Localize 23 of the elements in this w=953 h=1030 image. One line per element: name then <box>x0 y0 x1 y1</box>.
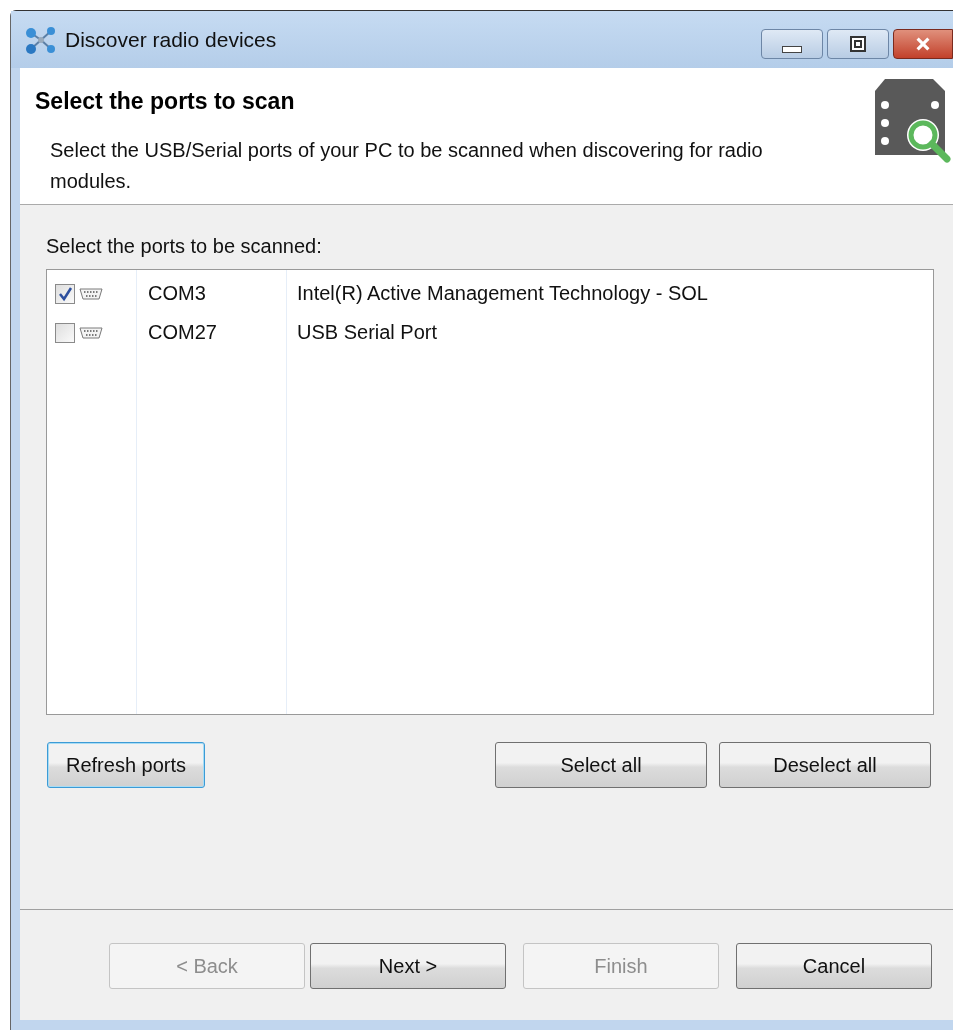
refresh-button[interactable]: Refresh ports <box>47 742 205 788</box>
port-checkbox[interactable] <box>55 322 75 343</box>
wizard-button[interactable]: Cancel <box>736 943 932 989</box>
port-checkbox[interactable] <box>55 283 75 304</box>
serial-connector-icon <box>79 325 103 340</box>
serial-connector-icon <box>79 286 103 301</box>
close-icon <box>914 35 932 53</box>
port-name: COM27 <box>147 321 218 344</box>
port-description: Intel(R) Active Management Technology - SOL <box>296 282 708 305</box>
window-title: Discover radio devices <box>65 27 277 52</box>
selection-button[interactable]: Deselect all <box>719 742 931 788</box>
page-heading: Select the ports to scan <box>35 88 296 115</box>
restore-icon <box>850 36 866 52</box>
minimize-button[interactable] <box>761 29 823 59</box>
close-button[interactable] <box>893 29 953 59</box>
ports-label: Select the ports to be scanned: <box>46 235 323 259</box>
restore-button[interactable] <box>827 29 889 59</box>
selection-button[interactable]: Select all <box>495 742 707 788</box>
page-description: Select the USB/Serial ports of your PC to be scanned when discovering for radio modules. <box>49 138 764 194</box>
port-name: COM3 <box>147 282 207 305</box>
minimize-icon <box>782 45 802 53</box>
wizard-button[interactable]: Next > <box>310 943 506 989</box>
port-description: USB Serial Port <box>296 321 438 344</box>
